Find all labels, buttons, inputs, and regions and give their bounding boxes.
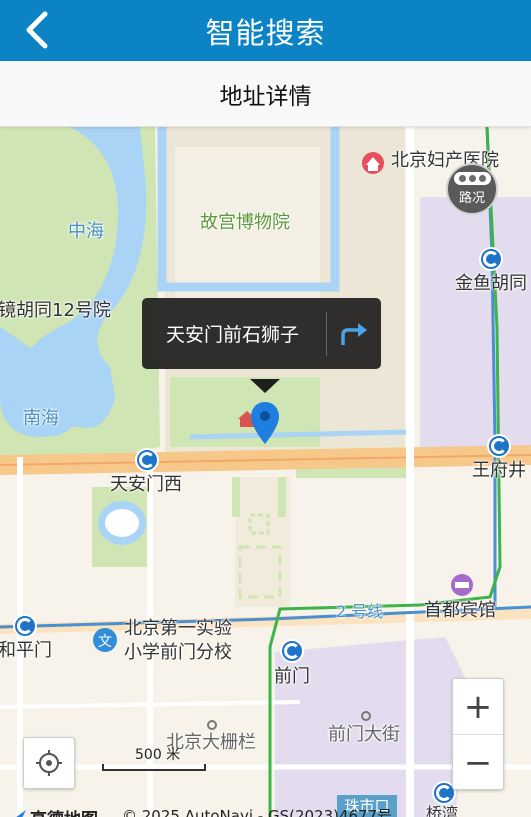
metro-station-icon xyxy=(479,247,503,271)
map-label-wangfujing: 王府井 xyxy=(472,460,526,481)
map-attribution: 高德地图 © 2025 AutoNavi - GS(2023)4677号 xyxy=(0,800,531,817)
map-label-hotel: 首都宾馆 xyxy=(424,600,496,621)
scale-bar xyxy=(102,764,206,771)
crosshair-icon xyxy=(36,750,62,776)
popup-pointer xyxy=(250,379,280,393)
place-name: 天安门前石狮子 xyxy=(166,324,300,346)
logo-text: 高德地图 xyxy=(30,805,98,817)
map-label-hepingmen: 和平门 xyxy=(0,640,52,661)
map-view[interactable]: 文 北京妇产医院 故宫博物院 中海 镜胡同12号院 金鱼胡同 南海 天安门西 王… xyxy=(0,127,531,817)
route-arrow-icon xyxy=(341,322,367,345)
scale-label: 500 米 xyxy=(135,747,181,763)
metro-station-icon xyxy=(135,448,159,472)
map-label-tiananmen-west: 天安门西 xyxy=(110,474,182,495)
app-header: 智能搜索 xyxy=(0,0,531,61)
sub-header: 地址详情 xyxy=(0,61,531,127)
chevron-left-icon xyxy=(26,11,48,49)
map-label-line2: 2 号线 xyxy=(336,602,384,621)
copyright-text: © 2025 AutoNavi - GS(2023)4677号 xyxy=(122,807,393,817)
page-title: 智能搜索 xyxy=(205,15,326,50)
locate-me-button[interactable] xyxy=(23,737,75,789)
map-label-school-line1: 北京第一实验 xyxy=(124,618,232,639)
zoom-out-button[interactable]: − xyxy=(453,735,503,791)
map-label-qianmen-street: 前门大街 xyxy=(328,724,400,745)
map-label-nanhai: 南海 xyxy=(23,408,59,429)
back-button[interactable] xyxy=(14,8,58,52)
zoom-control: + − xyxy=(452,678,504,790)
traffic-toggle-button[interactable]: 路况 xyxy=(446,163,498,215)
location-pin-icon xyxy=(251,402,279,444)
section-title: 地址详情 xyxy=(219,83,312,110)
map-label-jinghutong: 镜胡同12号院 xyxy=(0,300,111,321)
map-scale: 500 米 xyxy=(102,744,206,774)
traffic-light-icon xyxy=(453,172,491,185)
metro-station-icon xyxy=(487,434,511,458)
map-label-school-line2: 小学前门分校 xyxy=(124,642,232,663)
amap-logo: 高德地图 xyxy=(4,805,98,817)
metro-station-icon xyxy=(13,614,37,638)
place-popup[interactable]: 天安门前石狮子 xyxy=(142,298,381,369)
map-label-qianmen: 前门 xyxy=(274,666,310,687)
route-button[interactable] xyxy=(327,298,381,369)
map-label-palace: 故宫博物院 xyxy=(200,212,290,233)
map-label-zhonghai: 中海 xyxy=(68,221,104,242)
svg-text:文: 文 xyxy=(98,634,112,650)
amap-logo-icon xyxy=(15,809,26,817)
traffic-label: 路况 xyxy=(458,191,485,206)
zoom-in-button[interactable]: + xyxy=(453,679,503,735)
metro-station-icon xyxy=(280,639,304,663)
map-label-jinyu: 金鱼胡同 xyxy=(455,273,527,294)
